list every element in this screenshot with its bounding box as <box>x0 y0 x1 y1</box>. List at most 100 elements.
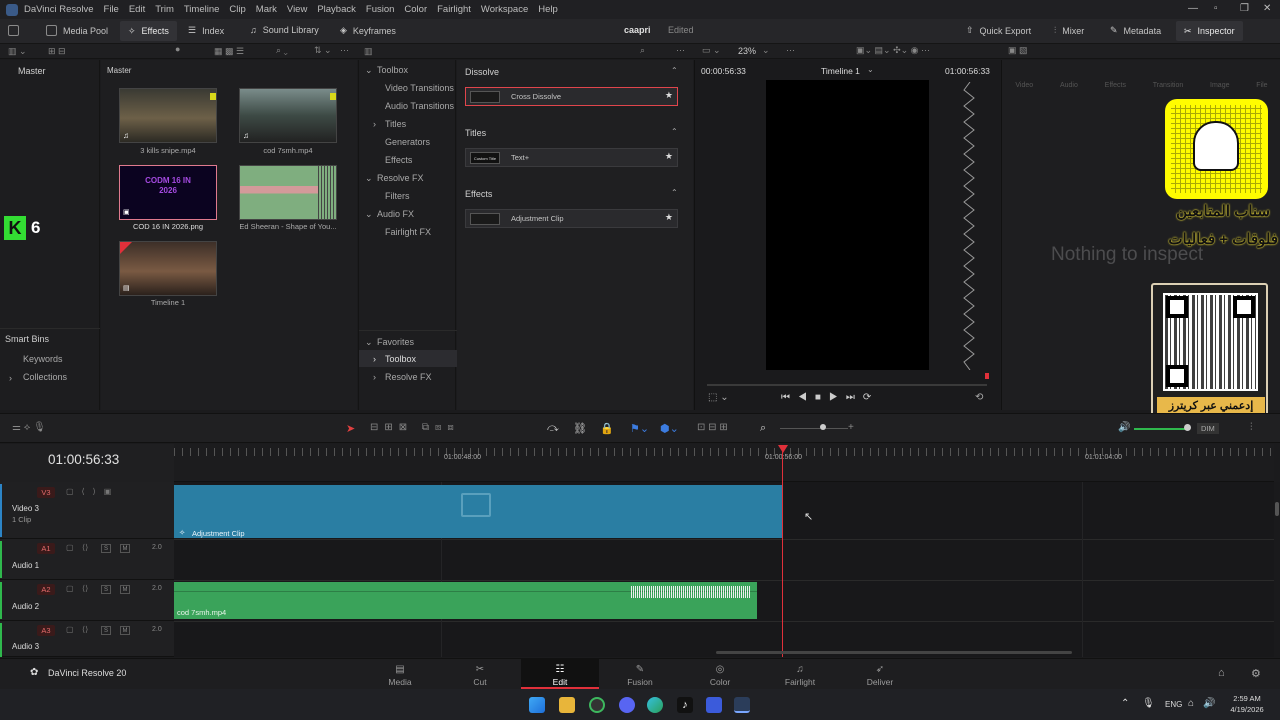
timeline-timecode[interactable]: 01:00:56:33 <box>48 452 119 467</box>
tree-titles[interactable]: Titles <box>385 119 406 129</box>
tree-favorites[interactable]: Favorites <box>377 337 414 347</box>
timeline-zoom-slider[interactable] <box>780 428 848 429</box>
tree-video-transitions[interactable]: Video Transitions <box>385 83 454 93</box>
menu-timeline[interactable]: Timeline <box>184 4 220 15</box>
clip-thumb-cod-7smh[interactable]: ♫ <box>239 88 337 143</box>
audio-clip-cod-7smh[interactable]: cod 7smh.mp4 <box>174 582 757 619</box>
tab-transition[interactable]: Transition <box>1153 82 1183 89</box>
menu-file[interactable]: File <box>104 4 119 15</box>
track-a1-mute[interactable]: M <box>120 544 130 553</box>
clock-date[interactable]: 4/19/2026 <box>1227 705 1267 714</box>
viewer-crop-icon[interactable]: ⬚ ⌄ <box>708 392 729 403</box>
microphone-icon[interactable]: 🎙 <box>1142 698 1155 709</box>
page-fusion[interactable]: ✎ Fusion <box>610 664 670 687</box>
menu-workspace[interactable]: Workspace <box>481 4 528 15</box>
track-a3-link-icon[interactable]: ⟨⟩ <box>82 625 88 634</box>
track-a1-link-icon[interactable]: ⟨⟩ <box>82 543 88 552</box>
tiktok-icon[interactable]: ♪ <box>677 697 693 713</box>
viewer-playhead-marker[interactable] <box>985 373 989 379</box>
track-a2-lock-icon[interactable]: ▢ <box>66 584 74 593</box>
volume-knob[interactable] <box>1184 424 1191 431</box>
menu-fairlight[interactable]: Fairlight <box>437 4 471 15</box>
viewer-tools-icons[interactable]: ▣⌄ ▤⌄ ✣⌄ ◉ ⋯ <box>856 45 930 56</box>
track-a2-badge[interactable]: A2 <box>37 584 55 595</box>
fav-toolbox[interactable]: Toolbox <box>385 354 416 364</box>
snapping-icon[interactable]: ⤼ <box>547 422 559 435</box>
mixer-button[interactable]: ⫶ Mixer <box>1054 25 1084 36</box>
lock-icon[interactable]: 🔒 <box>600 422 614 435</box>
view-mode-icons[interactable]: ▦ ▩ ☰ <box>214 46 244 57</box>
effect-cross-dissolve[interactable]: Cross Dissolve ★ <box>465 87 678 106</box>
network-icon[interactable]: ⌂ <box>1188 698 1194 709</box>
audio-fx-chevron-icon[interactable]: ⌄ <box>365 209 373 220</box>
inspector-toggle-icons[interactable]: ▣ ▧ <box>1008 45 1028 56</box>
page-edit[interactable]: ☷ Edit <box>521 659 599 689</box>
clip-thumb-ed-sheeran[interactable] <box>239 165 337 220</box>
clip-thumb-cod16[interactable]: CODM 16 IN 2026 ▣ <box>119 165 217 220</box>
clip-thumb-timeline-1[interactable]: ▤ <box>119 241 217 296</box>
maximize-icon[interactable]: ▫ <box>1214 3 1218 14</box>
fav-resolve-fx[interactable]: Resolve FX <box>385 372 432 382</box>
playhead-handle[interactable] <box>778 445 788 453</box>
zoom-in-icon[interactable]: + <box>848 422 854 433</box>
tree-fairlight-fx[interactable]: Fairlight FX <box>385 227 431 237</box>
file-explorer-icon[interactable] <box>559 697 575 713</box>
edit-tools-icons[interactable]: ⊟⊞⊠ ⧉⧇⧈ <box>370 422 460 433</box>
favorite-star-icon[interactable]: ★ <box>665 90 673 101</box>
menu-edit[interactable]: Edit <box>129 4 145 15</box>
effect-adjustment-clip[interactable]: Adjustment Clip ★ <box>465 209 678 228</box>
timeline-options-icons[interactable]: ⚌ ⟡ 🎙 <box>12 422 46 433</box>
timeline-name-chevron-icon[interactable]: ⌄ <box>867 65 874 74</box>
panel-toggle-icon[interactable] <box>8 25 19 36</box>
zoom-slider-knob[interactable] <box>820 424 826 430</box>
transport-controls[interactable]: ⏮◀■▶⏭⟳ <box>781 392 879 403</box>
viewer-layout-icon[interactable]: ▭ ⌄ <box>702 45 721 56</box>
media-pool-button[interactable]: Media Pool <box>46 25 108 36</box>
collapse-effects-icon[interactable]: ⌃ <box>671 188 678 197</box>
timeline-vscroll[interactable] <box>1274 482 1280 657</box>
tree-toolbox[interactable]: Toolbox <box>377 65 408 75</box>
mixer-toggle-icon[interactable]: ⫶ <box>1250 422 1253 433</box>
sound-library-button[interactable]: ♫ Sound Library <box>250 25 319 35</box>
track-a1-badge[interactable]: A1 <box>37 543 55 554</box>
titles-chevron-icon[interactable]: › <box>373 119 376 129</box>
tree-filters[interactable]: Filters <box>385 191 410 201</box>
flag-icon[interactable]: ⚑⌄ <box>630 422 649 435</box>
viewer-loop-icon[interactable]: ⟲ <box>975 392 983 403</box>
track-a3-lock-icon[interactable]: ▢ <box>66 625 74 634</box>
clock-time[interactable]: 2:59 AM <box>1227 694 1267 703</box>
collapse-titles-icon[interactable]: ⌃ <box>671 127 678 136</box>
zoom-chevron-icon[interactable]: ⌄ <box>762 45 770 56</box>
viewer-more-icon[interactable]: ⋯ <box>786 45 795 56</box>
bin-list-icon[interactable]: ⊞ ⊟ <box>48 46 66 57</box>
selection-tool-icon[interactable]: ➤ <box>346 422 355 435</box>
collections-chevron-icon[interactable]: › <box>9 373 12 383</box>
tree-effects[interactable]: Effects <box>385 155 412 165</box>
tray-chevron-icon[interactable]: ⌃ <box>1121 698 1129 709</box>
page-cut[interactable]: ✂ Cut <box>450 664 510 687</box>
menu-trim[interactable]: Trim <box>155 4 174 15</box>
discord-icon[interactable] <box>619 697 635 713</box>
tab-video[interactable]: Video <box>1015 82 1033 89</box>
tab-file[interactable]: File <box>1256 82 1267 89</box>
dim-button[interactable]: DIM <box>1197 423 1219 434</box>
thumb-size-slider[interactable]: ● <box>175 44 180 54</box>
effect-text-plus[interactable]: Custom Title Text+ ★ <box>465 148 678 167</box>
menu-view[interactable]: View <box>287 4 307 15</box>
viewer-frame[interactable] <box>766 80 929 370</box>
close-icon[interactable]: ✕ <box>1263 3 1271 14</box>
track-v3-badge[interactable]: V3 <box>37 487 55 498</box>
more-options-icon[interactable]: ⋯ <box>340 45 349 56</box>
tab-effects[interactable]: Effects <box>1105 82 1126 89</box>
effects-more-icon[interactable]: ⋯ <box>676 45 685 56</box>
zoom-mode-icons[interactable]: ⊡ ⊟ ⊞ <box>697 422 728 433</box>
restore-icon[interactable]: ❐ <box>1240 3 1249 14</box>
fav-resolve-fx-chevron-icon[interactable]: › <box>373 372 376 382</box>
viewer-timeline-name[interactable]: Timeline 1 <box>821 66 860 76</box>
timeline-lanes[interactable]: ✧ Adjustment Clip cod 7smh.mp4 ↖ <box>174 445 1274 657</box>
effects-search-icon[interactable]: ⌕ <box>640 45 645 56</box>
search-icon[interactable]: ⌕ ⌄ <box>276 45 288 56</box>
minimize-icon[interactable]: — <box>1188 3 1198 14</box>
adjustment-clip[interactable]: ✧ Adjustment Clip <box>174 485 782 538</box>
track-a1-lock-icon[interactable]: ▢ <box>66 543 74 552</box>
